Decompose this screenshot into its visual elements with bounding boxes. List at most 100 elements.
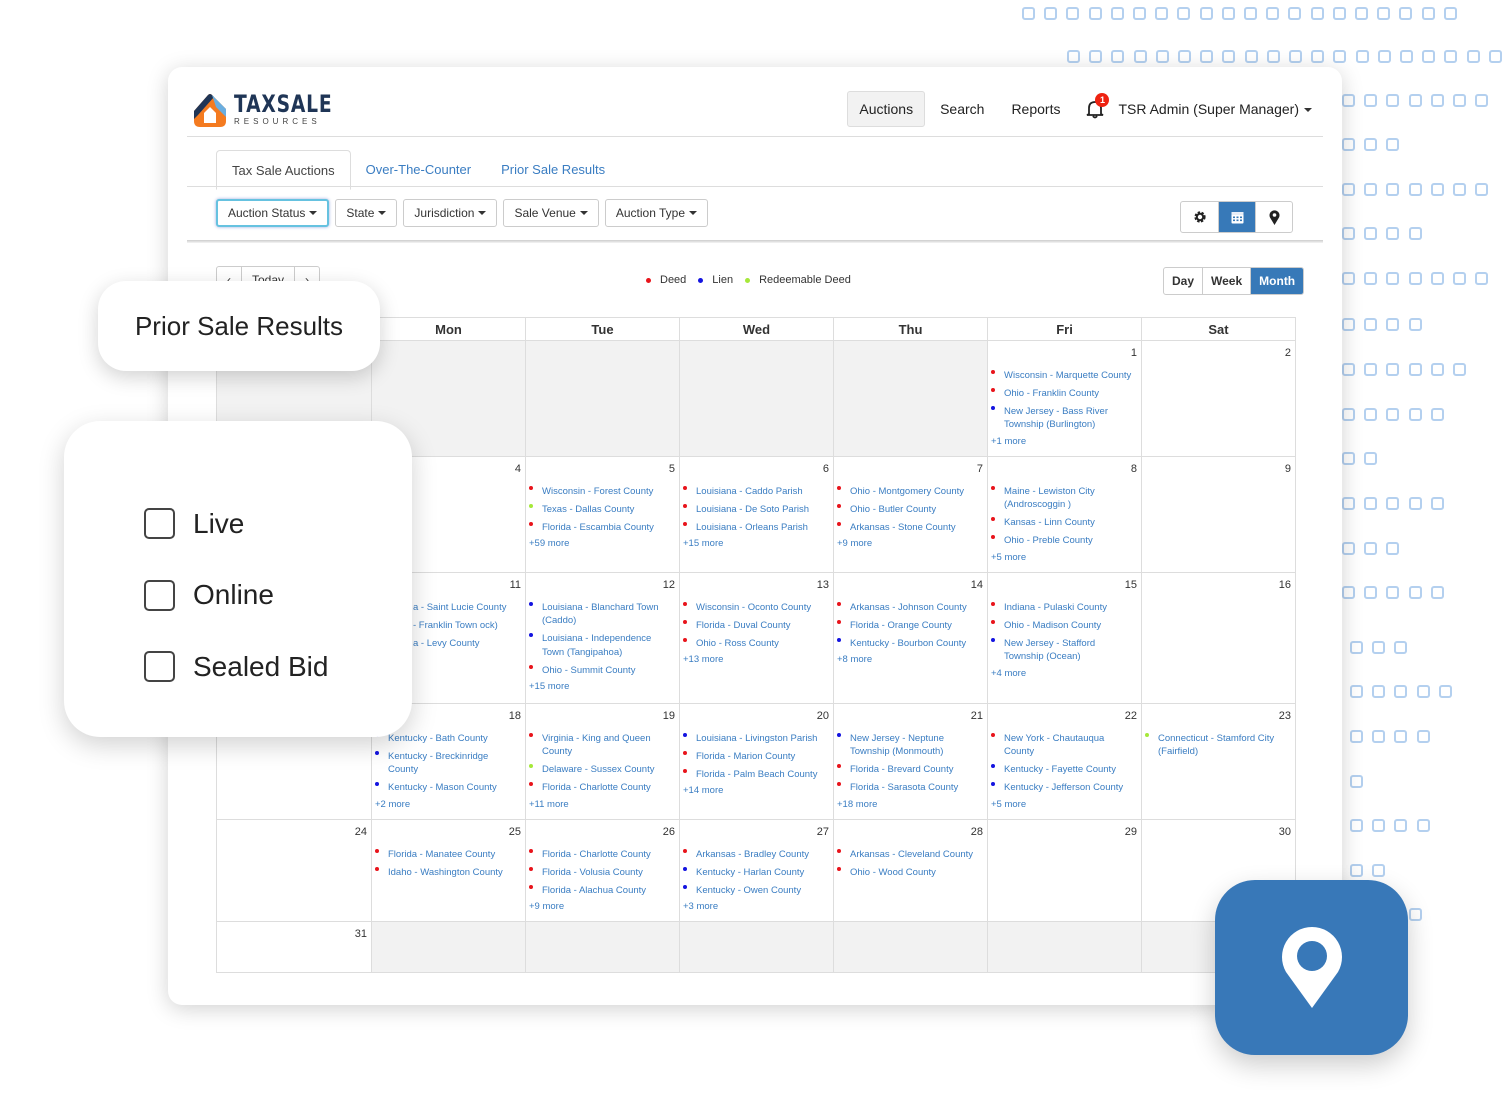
auction-event[interactable]: Delaware - Sussex County [529, 763, 675, 777]
auction-event[interactable]: Louisiana - Orleans Parish [683, 521, 829, 535]
auction-event[interactable]: Florida - Orange County [837, 619, 983, 633]
auction-event[interactable]: Kentucky - Owen County [683, 884, 829, 898]
auction-event[interactable]: Ohio - Wood County [837, 866, 983, 880]
day-cell[interactable] [833, 922, 987, 972]
auction-event[interactable]: Maine - Lewiston City (Androscoggin ) [991, 485, 1137, 512]
day-cell[interactable]: 26 Florida - Charlotte County Florida - Vo… [525, 820, 679, 921]
auction-event[interactable]: Florida - Manatee County [375, 848, 521, 862]
day-cell[interactable]: 13 Wisconsin - Oconto County Florida - Duv… [679, 573, 833, 703]
notifications-button[interactable]: 1 [1086, 93, 1110, 119]
day-cell[interactable]: 20 Louisiana - Livingston Parish Florida -… [679, 704, 833, 819]
auction-event[interactable]: Florida - Alachua County [529, 884, 675, 898]
auction-status-dropdown[interactable]: Auction Status [216, 199, 330, 227]
option-live[interactable]: Live [64, 488, 412, 560]
auction-event[interactable]: Connecticut - Stamford City (Fairfield) [1145, 732, 1291, 759]
tab-over-the-counter[interactable]: Over-The-Counter [351, 150, 486, 190]
nav-auctions[interactable]: Auctions [847, 91, 926, 127]
more-link[interactable]: +5 more [991, 552, 1137, 563]
jurisdiction-dropdown[interactable]: Jurisdiction [403, 199, 498, 227]
auction-event[interactable]: Ohio - Madison County [991, 619, 1137, 633]
auction-event[interactable]: Louisiana - Caddo Parish [683, 485, 829, 499]
auction-event[interactable]: Wisconsin - Marquette County [991, 369, 1137, 383]
day-cell[interactable]: 1 Wisconsin - Marquette County Ohio - Fran… [987, 341, 1141, 456]
day-cell[interactable]: 7 Ohio - Montgomery County Ohio - Butler C… [833, 457, 987, 572]
auction-type-dropdown[interactable]: Auction Type [604, 199, 709, 227]
auction-event[interactable]: Kentucky - Jefferson County [991, 781, 1137, 795]
auction-event[interactable]: Florida - Escambia County [529, 521, 675, 535]
auction-event[interactable]: Florida - Charlotte County [529, 781, 675, 795]
day-cell[interactable]: 15 Indiana - Pulaski County Ohio - Madison… [987, 573, 1141, 703]
day-cell[interactable]: 25 Florida - Manatee County Idaho - Washin… [371, 820, 525, 921]
day-cell[interactable] [679, 922, 833, 972]
auction-event[interactable]: Louisiana - Independence Town (Tangipaho… [529, 632, 675, 659]
auction-event[interactable]: Florida - Charlotte County [529, 848, 675, 862]
auction-event[interactable]: Louisiana - Livingston Parish [683, 732, 829, 746]
auction-event[interactable]: New Jersey - Stafford Township (Ocean) [991, 637, 1137, 664]
auction-event[interactable]: Arkansas - Cleveland County [837, 848, 983, 862]
auction-event[interactable]: Ohio - Summit County [529, 664, 675, 678]
auction-event[interactable]: Louisiana - Blanchard Town (Caddo) [529, 601, 675, 628]
auction-event[interactable]: Kentucky - Bath County [375, 732, 521, 746]
month-button[interactable]: Month [1250, 268, 1304, 294]
auction-event[interactable]: Indiana - Pulaski County [991, 601, 1137, 615]
day-cell[interactable]: 21 New Jersey - Neptune Township (Monmout… [833, 704, 987, 819]
auction-event[interactable]: Wisconsin - Oconto County [683, 601, 829, 615]
tab-prior-sale-results[interactable]: Prior Sale Results [486, 150, 620, 190]
day-cell[interactable] [833, 341, 987, 456]
auction-event[interactable]: Kentucky - Fayette County [991, 763, 1137, 777]
auction-event[interactable]: New York - Chautauqua County [991, 732, 1137, 759]
auction-event[interactable]: Louisiana - De Soto Parish [683, 503, 829, 517]
auction-event[interactable]: Ohio - Ross County [683, 637, 829, 651]
settings-button[interactable] [1181, 202, 1218, 232]
checkbox[interactable] [144, 579, 175, 611]
day-cell[interactable]: 9 [1141, 457, 1295, 572]
more-link[interactable]: +14 more [683, 785, 829, 796]
prior-sale-results-badge[interactable]: Prior Sale Results [98, 281, 380, 371]
day-cell[interactable]: 27 Arkansas - Bradley County Kentucky - Ha… [679, 820, 833, 921]
more-link[interactable]: +13 more [683, 654, 829, 665]
nav-search[interactable]: Search [928, 91, 996, 127]
auction-event[interactable]: Arkansas - Bradley County [683, 848, 829, 862]
auction-event[interactable]: Kansas - Linn County [991, 516, 1137, 530]
user-menu[interactable]: TSR Admin (Super Manager) [1118, 101, 1312, 117]
auction-event[interactable]: Kentucky - Harlan County [683, 866, 829, 880]
week-button[interactable]: Week [1202, 268, 1250, 294]
day-cell[interactable]: 23 Connecticut - Stamford City (Fairfield… [1141, 704, 1295, 819]
map-tile[interactable] [1215, 880, 1408, 1055]
more-link[interactable]: +2 more [375, 799, 521, 810]
sale-venue-dropdown[interactable]: Sale Venue [503, 199, 599, 227]
day-button[interactable]: Day [1164, 268, 1202, 294]
auction-event[interactable]: New Jersey - Neptune Township (Monmouth) [837, 732, 983, 759]
more-link[interactable]: +5 more [991, 799, 1137, 810]
day-cell[interactable]: 28 Arkansas - Cleveland County Ohio - Wood… [833, 820, 987, 921]
auction-event[interactable]: Ohio - Franklin County [991, 387, 1137, 401]
auction-event[interactable]: Florida - Duval County [683, 619, 829, 633]
day-cell[interactable]: 31 [217, 922, 371, 972]
checkbox[interactable] [144, 508, 175, 540]
auction-event[interactable]: Ohio - Montgomery County [837, 485, 983, 499]
nav-reports[interactable]: Reports [999, 91, 1072, 127]
day-cell[interactable]: 22 New York - Chautauqua County Kentucky -… [987, 704, 1141, 819]
auction-event[interactable]: Kentucky - Mason County [375, 781, 521, 795]
auction-event[interactable]: Wisconsin - Forest County [529, 485, 675, 499]
day-cell[interactable] [987, 922, 1141, 972]
day-cell[interactable]: 14 Arkansas - Johnson County Florida - Ora… [833, 573, 987, 703]
day-cell[interactable]: 8 Maine - Lewiston City (Androscoggin ) Ka… [987, 457, 1141, 572]
more-link[interactable]: +18 more [837, 799, 983, 810]
more-link[interactable]: +11 more [529, 799, 675, 810]
more-link[interactable]: +15 more [529, 681, 675, 692]
auction-event[interactable]: Ohio - Butler County [837, 503, 983, 517]
day-cell[interactable] [525, 341, 679, 456]
auction-event[interactable]: Texas - Dallas County [529, 503, 675, 517]
more-link[interactable]: +59 more [529, 538, 675, 549]
auction-event[interactable]: Arkansas - Stone County [837, 521, 983, 535]
auction-event[interactable]: Florida - Palm Beach County [683, 768, 829, 782]
day-cell[interactable]: 19 Virginia - King and Queen County Delawa… [525, 704, 679, 819]
day-cell[interactable]: 24 [217, 820, 371, 921]
day-cell[interactable] [371, 922, 525, 972]
day-cell[interactable] [525, 922, 679, 972]
auction-event[interactable]: Ohio - Preble County [991, 534, 1137, 548]
calendar-view-button[interactable] [1218, 202, 1255, 232]
more-link[interactable]: +3 more [683, 901, 829, 912]
day-cell[interactable]: 16 [1141, 573, 1295, 703]
